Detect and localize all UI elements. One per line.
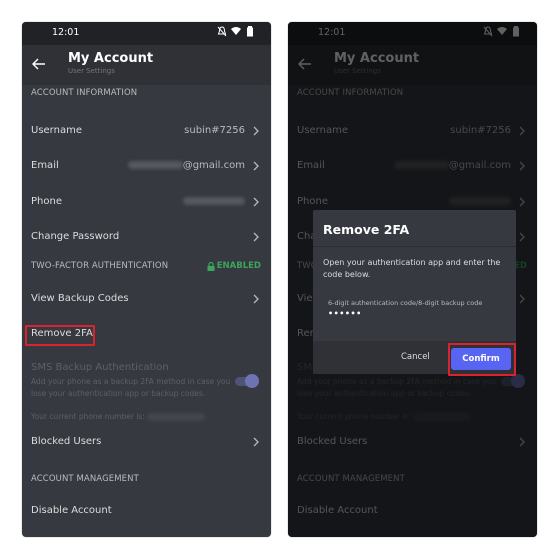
chevron-right-icon bbox=[253, 437, 259, 447]
notifications-off-icon bbox=[217, 26, 227, 37]
row-view-backup-codes[interactable]: View Backup Codes bbox=[22, 285, 271, 315]
wifi-icon bbox=[231, 27, 241, 35]
chevron-right-icon bbox=[253, 161, 259, 171]
chevron-right-icon bbox=[253, 232, 259, 242]
section-header-account-management: ACCOUNT MANAGEMENT bbox=[31, 474, 139, 484]
chevron-right-icon bbox=[253, 197, 259, 207]
battery-icon bbox=[247, 26, 253, 37]
row-blocked-users[interactable]: Blocked Users bbox=[22, 428, 271, 458]
chevron-right-icon bbox=[253, 126, 259, 136]
phone-screen-account-settings: 12:01 My Account User Settings ACCOUNT I… bbox=[22, 22, 271, 537]
page-title: My Account bbox=[68, 51, 154, 66]
back-arrow-icon[interactable] bbox=[31, 56, 47, 72]
page-subtitle: User Settings bbox=[68, 67, 115, 75]
highlight-confirm-button bbox=[448, 343, 516, 376]
row-disable-account[interactable]: Disable Account bbox=[22, 497, 271, 527]
email-value: @gmail.com bbox=[127, 160, 245, 171]
redacted-text bbox=[127, 161, 183, 169]
chevron-right-icon bbox=[253, 294, 259, 304]
status-bar: 12:01 bbox=[22, 22, 271, 45]
code-input[interactable]: •••••• bbox=[328, 309, 362, 318]
dialog-body: Open your authentication app and enter t… bbox=[323, 258, 501, 279]
lock-icon bbox=[207, 261, 215, 271]
phone-value bbox=[183, 196, 245, 207]
row-label: Disable Account bbox=[31, 505, 112, 516]
username-value: subin#7256 bbox=[184, 125, 245, 136]
dialog-divider bbox=[313, 246, 516, 247]
app-bar: My Account User Settings bbox=[22, 45, 271, 85]
highlight-remove-2fa bbox=[25, 325, 95, 346]
redacted-text bbox=[147, 413, 206, 421]
sms-backup-description: Add your phone as a backup 2FA method in… bbox=[31, 377, 231, 398]
row-label: Change Password bbox=[31, 231, 120, 242]
row-username[interactable]: Username subin#7256 bbox=[22, 117, 271, 147]
row-label: Email bbox=[31, 160, 59, 171]
row-label: Phone bbox=[31, 196, 62, 207]
row-label: Username bbox=[31, 125, 82, 136]
status-time: 12:01 bbox=[52, 27, 80, 38]
row-label: View Backup Codes bbox=[31, 293, 129, 304]
cancel-button[interactable]: Cancel bbox=[401, 352, 430, 362]
row-phone[interactable]: Phone bbox=[22, 188, 271, 218]
dialog-title: Remove 2FA bbox=[323, 222, 410, 237]
sms-backup-phone: Your current phone number is: bbox=[31, 412, 206, 421]
row-change-password[interactable]: Change Password bbox=[22, 223, 271, 253]
redacted-text bbox=[183, 197, 245, 205]
section-header-two-factor: TWO-FACTOR AUTHENTICATION bbox=[31, 261, 169, 271]
two-factor-status-badge: ENABLED bbox=[207, 261, 261, 271]
row-label: Blocked Users bbox=[31, 436, 102, 447]
sms-backup-toggle[interactable] bbox=[235, 374, 259, 388]
phone-screen-remove-2fa-dialog: 12:01 My Account User Settings ACCOUNT I… bbox=[288, 22, 537, 537]
section-header-account-information: ACCOUNT INFORMATION bbox=[31, 88, 138, 98]
code-field-label: 6-digit authentication code/8-digit back… bbox=[328, 299, 483, 307]
sms-backup-title: SMS Backup Authentication bbox=[31, 362, 169, 373]
row-email[interactable]: Email @gmail.com bbox=[22, 152, 271, 182]
